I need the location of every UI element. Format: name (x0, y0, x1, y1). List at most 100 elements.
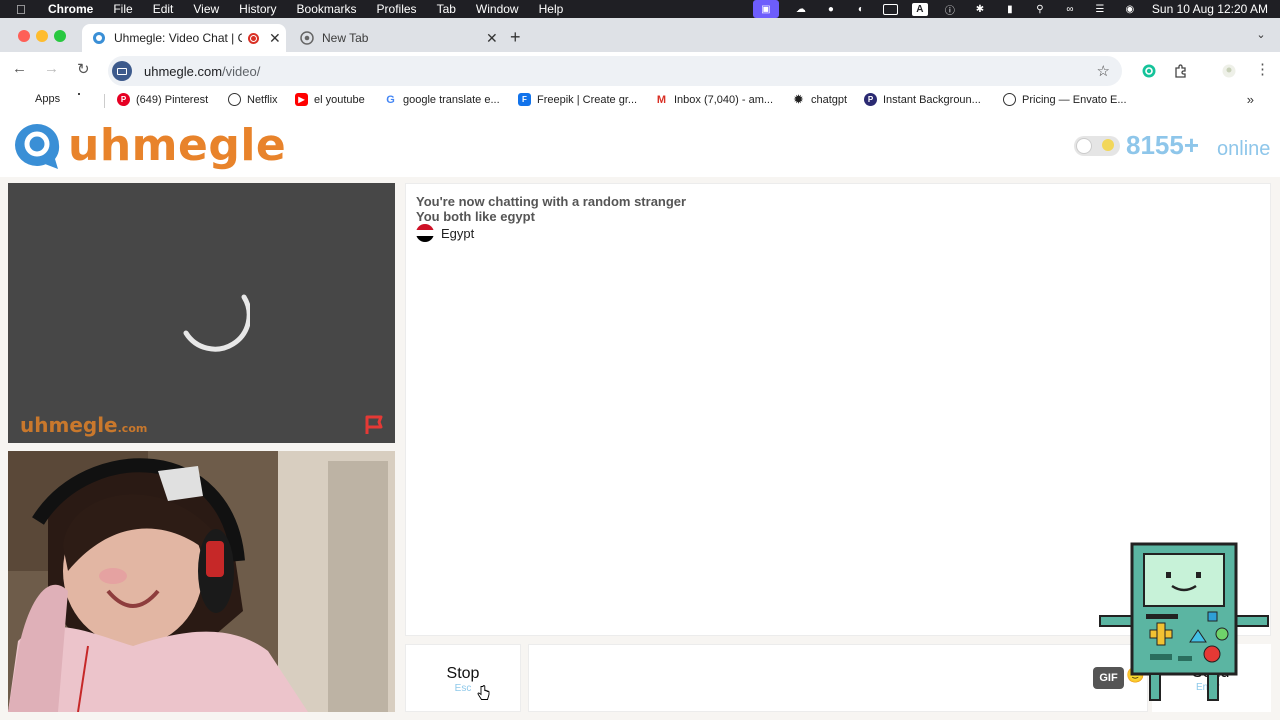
control-center-icon[interactable]: ☰ (1092, 3, 1108, 15)
siri-icon[interactable]: ◉ (1122, 3, 1138, 15)
profile-avatar-icon[interactable] (1222, 64, 1236, 78)
loading-spinner-icon (183, 294, 250, 352)
freepik-icon: F (518, 93, 531, 106)
reload-icon[interactable]: ↻ (77, 60, 90, 78)
bookmark-google-translate[interactable]: G google translate e... (384, 93, 500, 106)
menu-history[interactable]: History (239, 2, 276, 16)
bookmark-youtube[interactable]: ▶ el youtube (295, 93, 365, 106)
info-icon[interactable]: ⓘ (942, 3, 958, 17)
bookmark-pinterest[interactable]: P (649) Pinterest (117, 93, 208, 106)
bookmark-label: (649) Pinterest (136, 93, 209, 106)
bookmark-envato[interactable]: Pricing — Envato E... (1003, 93, 1127, 106)
url-path: /video/ (222, 63, 261, 79)
bookmark-netflix[interactable]: Netflix (228, 93, 278, 106)
window-minimize-button[interactable] (36, 30, 48, 42)
uhmegle-page: uhmegle 8155+ online uhmegle.com You're … (0, 114, 1280, 720)
stop-label: Stop (446, 665, 480, 682)
menu-view[interactable]: View (193, 2, 219, 16)
macos-menu-bar:  Chrome File Edit View History Bookmark… (0, 0, 1280, 18)
input-source-icon[interactable]: A (911, 2, 928, 16)
bookmark-label: Pricing — Envato E... (1022, 93, 1127, 106)
pinterest-icon: P (117, 93, 130, 106)
bookmark-gmail[interactable]: M Inbox (7,040) - am... (655, 93, 773, 106)
camera-feed-image (8, 451, 395, 712)
menu-help[interactable]: Help (539, 2, 564, 16)
online-count: 8155+ (1126, 130, 1200, 160)
bookmark-label: Apps (35, 93, 61, 105)
bookmark-label: Freepik | Create gr... (537, 93, 638, 106)
bookmark-label: Instant Backgroun... (883, 93, 981, 106)
window-icon[interactable] (882, 3, 898, 15)
menu-file[interactable]: File (113, 2, 132, 16)
forward-arrow-icon[interactable]: → (44, 60, 59, 77)
menu-tab[interactable]: Tab (437, 2, 456, 16)
extensions-puzzle-icon[interactable] (1174, 64, 1188, 78)
color-picker-icon[interactable]: ◐ (853, 3, 869, 15)
tab-new-tab[interactable]: New Tab ✕ (292, 24, 502, 52)
egypt-flag-icon (416, 224, 434, 242)
tab-search-chevron-icon[interactable]: ⌄ (1252, 28, 1270, 44)
self-camera-video (8, 451, 395, 712)
bookmark-label: chatgpt (811, 93, 848, 106)
menu-bookmarks[interactable]: Bookmarks (297, 2, 357, 16)
bookmark-label: el youtube (314, 93, 365, 106)
grammarly-icon[interactable] (1142, 64, 1156, 78)
reading-list-grid-icon[interactable] (78, 93, 80, 95)
hand-cursor-icon (477, 685, 490, 700)
extension-status-icon[interactable]: ● (823, 3, 839, 15)
link-icon[interactable]: ∞ (1062, 3, 1078, 15)
message-input[interactable] (528, 644, 1148, 712)
tab-title: New Tab (322, 31, 369, 45)
menubar-status-area: ▣ ☁ ● ◐ A ⓘ ✱ ▮ ⚲ ∞ ☰ ◉ Sun 10 Aug 12:20… (752, 0, 1268, 18)
report-flag-icon[interactable] (365, 415, 387, 435)
window-zoom-button[interactable] (54, 30, 66, 42)
apps-grid-icon (18, 94, 29, 105)
toggle-knob (1076, 138, 1092, 154)
bookmark-chatgpt[interactable]: ✹ chatgpt (792, 93, 847, 106)
chrome-menu-icon[interactable]: ⋮ (1255, 60, 1270, 78)
tab-close-icon[interactable]: ✕ (269, 30, 281, 47)
spotlight-search-icon[interactable]: ⚲ (1032, 3, 1048, 15)
menu-app-chrome[interactable]: Chrome (48, 2, 93, 16)
stranger-country: Egypt (416, 224, 474, 242)
bluetooth-icon[interactable]: ✱ (972, 3, 988, 15)
tab-title: Uhmegle: Video Chat | Om (114, 31, 242, 45)
menu-profiles[interactable]: Profiles (377, 2, 417, 16)
dark-mode-toggle[interactable] (1074, 136, 1120, 156)
menu-edit[interactable]: Edit (153, 2, 174, 16)
online-label: online (1217, 138, 1271, 160)
menu-window[interactable]: Window (476, 2, 519, 16)
photoroom-icon: P (864, 93, 877, 106)
cloud-icon[interactable]: ☁ (793, 3, 809, 15)
window-close-button[interactable] (18, 30, 30, 42)
youtube-icon: ▶ (295, 93, 308, 106)
video-watermark: uhmegle.com (20, 413, 147, 437)
screen-record-icon[interactable]: ▣ (752, 0, 779, 18)
bmo-mascot-sticker (1099, 542, 1269, 701)
apple-icon[interactable]:  (16, 2, 34, 17)
tab-uhmegle[interactable]: Uhmegle: Video Chat | Om ✕ (82, 24, 286, 52)
url-text[interactable]: uhmegle.com/video/ (144, 64, 260, 79)
bookmarks-overflow-chevron-icon[interactable]: » (1247, 92, 1254, 107)
system-message-connected: You're now chatting with a random strang… (416, 194, 687, 209)
globe-icon (1003, 93, 1016, 106)
stop-shortcut-hint: Esc (454, 683, 472, 694)
bookmark-star-icon[interactable]: ☆ (1097, 62, 1110, 80)
uhmegle-logo-icon[interactable] (10, 122, 64, 170)
back-arrow-icon[interactable]: ← (12, 60, 27, 77)
bookmark-freepik[interactable]: F Freepik | Create gr... (518, 93, 637, 106)
camera-permission-icon[interactable] (112, 61, 132, 81)
new-tab-plus-icon[interactable]: + (510, 27, 521, 48)
site-logo-text[interactable]: uhmegle (68, 120, 286, 171)
chrome-icon (300, 31, 314, 45)
country-name: Egypt (441, 225, 475, 241)
gmail-icon: M (655, 93, 668, 106)
address-bar[interactable]: uhmegle.com/video/ ☆ (108, 56, 1122, 86)
stop-button[interactable]: Stop Esc (405, 644, 521, 712)
bookmark-instant-background[interactable]: P Instant Backgroun... (864, 93, 981, 106)
battery-icon[interactable]: ▮ (1002, 3, 1018, 15)
bookmark-apps[interactable]: Apps (18, 93, 60, 105)
chatgpt-icon: ✹ (792, 93, 805, 106)
tab-close-icon[interactable]: ✕ (486, 30, 498, 47)
menubar-clock[interactable]: Sun 10 Aug 12:20 AM (1152, 2, 1268, 16)
